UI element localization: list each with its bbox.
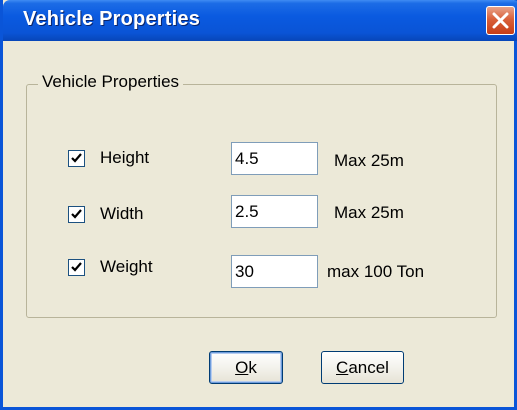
weight-limit-label: max 100 Ton [327,262,425,281]
width-label: Width [100,204,144,223]
close-icon [492,12,509,29]
groupbox-label: Vehicle Properties [38,72,184,92]
checkmark-icon [71,153,82,163]
close-button[interactable] [486,6,515,35]
height-limit-label: Max 25m [334,151,404,170]
ok-button[interactable]: Ok [209,351,283,384]
weight-label: Weight [100,257,153,276]
checkmark-icon [71,262,82,272]
checkmark-icon [71,209,82,219]
width-input[interactable] [231,195,318,228]
height-checkbox[interactable] [68,150,85,167]
weight-checkbox[interactable] [68,259,85,276]
width-limit-label: Max 25m [334,203,404,222]
title-bar[interactable]: Vehicle Properties [3,0,517,41]
height-input[interactable] [231,142,318,175]
height-label: Height [100,148,150,167]
width-checkbox[interactable] [68,206,85,223]
vehicle-properties-dialog: Vehicle Properties Vehicle Properties He… [0,0,517,410]
window-title: Vehicle Properties [23,8,201,30]
cancel-button[interactable]: Cancel [321,351,404,384]
weight-input[interactable] [231,255,318,288]
